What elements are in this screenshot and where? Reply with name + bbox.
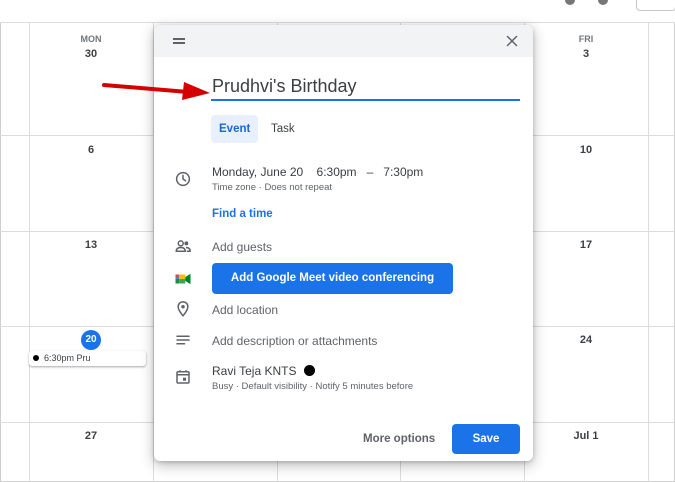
calendar-owner[interactable]: Ravi Teja KNTS: [212, 364, 316, 378]
grid-line: [648, 22, 649, 482]
toolbar-control-icon-2[interactable]: [598, 0, 608, 5]
event-color-dot: [33, 355, 39, 361]
notes-icon: [176, 335, 190, 345]
add-description-input[interactable]: Add description or attachments: [212, 334, 377, 348]
more-options-button[interactable]: More options: [354, 424, 444, 454]
add-guests-input[interactable]: Add guests: [212, 240, 272, 254]
location-pin-icon: [177, 301, 189, 317]
time-separator: –: [366, 165, 374, 179]
add-location-input[interactable]: Add location: [212, 303, 278, 317]
date-cell-fri-4[interactable]: 24: [571, 334, 601, 346]
calendar-icon: [176, 370, 190, 384]
close-icon[interactable]: [503, 32, 521, 50]
drag-handle-icon[interactable]: [173, 38, 185, 44]
clock-icon: [175, 171, 191, 187]
save-button[interactable]: Save: [452, 424, 520, 454]
timezone-recurrence-details[interactable]: Time zone · Does not repeat: [212, 182, 332, 193]
date-cell-fri-1[interactable]: 3: [571, 48, 601, 60]
event-start-time[interactable]: 6:30pm: [317, 165, 357, 179]
event-datetime[interactable]: Monday, June 20 6:30pm – 7:30pm: [212, 165, 423, 179]
annotation-arrow: [102, 82, 210, 100]
people-icon: [175, 240, 191, 252]
day-of-week-mon: MON: [80, 34, 102, 44]
event-chip-title: Pru: [76, 353, 91, 363]
calendar-color-dot[interactable]: [304, 365, 316, 376]
date-cell-mon-2[interactable]: 6: [76, 144, 106, 156]
event-end-time[interactable]: 7:30pm: [383, 165, 423, 179]
event-date[interactable]: Monday, June 20: [212, 165, 303, 179]
today-date-cell[interactable]: 20: [81, 330, 101, 350]
event-title-input[interactable]: [211, 73, 520, 101]
toolbar-control-icon[interactable]: [565, 0, 575, 5]
calendar-owner-name[interactable]: Ravi Teja KNTS: [212, 364, 296, 378]
event-chip-time: 6:30pm: [44, 353, 75, 363]
add-google-meet-button[interactable]: Add Google Meet video conferencing: [212, 263, 453, 294]
top-bar: [0, 0, 675, 22]
google-meet-icon: [175, 273, 191, 285]
date-cell-mon-5[interactable]: 27: [76, 430, 106, 442]
date-cell-fri-3[interactable]: 17: [571, 239, 601, 251]
grid-line: [0, 22, 675, 23]
tab-task[interactable]: Task: [263, 115, 303, 143]
dialog-header: [154, 25, 533, 57]
date-cell-fri-5[interactable]: Jul 1: [566, 430, 606, 442]
event-chip[interactable]: 6:30pm Pru: [29, 351, 146, 366]
grid-line: [29, 22, 30, 482]
date-cell-fri-2[interactable]: 10: [571, 144, 601, 156]
view-selector[interactable]: [636, 0, 675, 11]
tab-event[interactable]: Event: [211, 115, 259, 143]
day-of-week-fri: FRI: [578, 34, 594, 44]
find-a-time-link[interactable]: Find a time: [212, 208, 273, 220]
date-cell-mon-1[interactable]: 30: [76, 48, 106, 60]
date-cell-mon-3[interactable]: 13: [76, 239, 106, 251]
calendar-owner-details[interactable]: Busy · Default visibility · Notify 5 min…: [212, 381, 413, 392]
